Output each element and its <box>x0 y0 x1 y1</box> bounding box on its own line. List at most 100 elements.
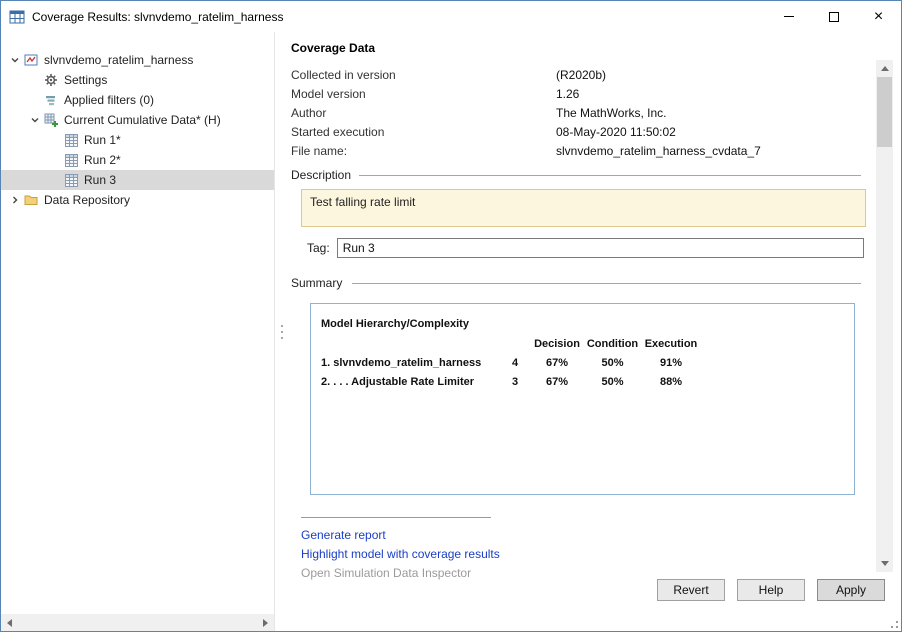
column-header-condition: Condition <box>585 338 640 350</box>
field-label: Model version <box>291 87 556 101</box>
links-divider <box>301 517 491 518</box>
tree-item-cumulative-data[interactable]: Current Cumulative Data* (H) <box>1 110 274 130</box>
scroll-left-button[interactable] <box>1 614 18 631</box>
tag-input[interactable] <box>337 238 864 258</box>
tree-item-label: Run 2* <box>84 150 121 170</box>
tree-item-data-repository[interactable]: Data Repository <box>1 190 274 210</box>
field-label: Started execution <box>291 125 556 139</box>
column-header-decision: Decision <box>529 338 585 350</box>
open-sdi-link: Open Simulation Data Inspector <box>301 564 471 583</box>
section-rule <box>352 283 861 284</box>
tree-item-run-1[interactable]: Run 1* <box>1 130 274 150</box>
twisty-spacer <box>47 132 63 148</box>
metadata-fields: Collected in version (R2020b) Model vers… <box>291 65 861 160</box>
field-row: Started execution 08-May-2020 11:50:02 <box>291 122 861 141</box>
dialog-buttons: Revert Help Apply <box>657 579 885 601</box>
tree-item-label: Current Cumulative Data* (H) <box>64 110 221 130</box>
description-label: Description <box>291 168 351 182</box>
model-chart-icon <box>23 52 39 68</box>
scroll-left-icon <box>7 619 12 627</box>
field-value: 1.26 <box>556 87 861 101</box>
results-tree-panel: slvnvdemo_ratelim_harness Settings Appli… <box>1 32 275 631</box>
window-title: Coverage Results: slvnvdemo_ratelim_harn… <box>32 10 766 24</box>
grid-plus-icon <box>43 112 59 128</box>
maximize-button[interactable] <box>811 1 856 32</box>
execution-value: 91% <box>640 357 702 369</box>
splitter-dot <box>281 337 283 339</box>
close-button[interactable]: × <box>856 1 901 32</box>
data-grid-icon <box>63 152 79 168</box>
data-grid-icon <box>63 132 79 148</box>
condition-value: 50% <box>585 376 640 388</box>
coverage-data-content: Coverage Data Collected in version (R202… <box>289 32 901 583</box>
minimize-button[interactable] <box>766 1 811 32</box>
minimize-icon <box>784 16 794 17</box>
execution-value: 88% <box>640 376 702 388</box>
tree-item-label: Data Repository <box>44 190 130 210</box>
generate-report-link[interactable]: Generate report <box>301 526 386 545</box>
tree-item-model-root[interactable]: slvnvdemo_ratelim_harness <box>1 50 274 70</box>
folder-icon <box>23 192 39 208</box>
decision-value: 67% <box>529 376 585 388</box>
coverage-results-window: Coverage Results: slvnvdemo_ratelim_harn… <box>0 0 902 632</box>
splitter-dot <box>281 325 283 327</box>
summary-table-title: Model Hierarchy/Complexity <box>321 318 844 330</box>
data-grid-icon <box>63 172 79 188</box>
close-icon: × <box>874 9 883 25</box>
chevron-down-icon[interactable] <box>27 112 43 128</box>
tree-item-label: slvnvdemo_ratelim_harness <box>44 50 193 70</box>
help-button[interactable]: Help <box>737 579 805 601</box>
field-row: Model version 1.26 <box>291 84 861 103</box>
twisty-spacer <box>47 172 63 188</box>
scroll-up-icon <box>881 66 889 71</box>
chevron-down-icon[interactable] <box>7 52 23 68</box>
tree-item-run-3[interactable]: Run 3 <box>1 170 274 190</box>
title-bar[interactable]: Coverage Results: slvnvdemo_ratelim_harn… <box>1 1 901 32</box>
field-label: Collected in version <box>291 68 556 82</box>
scroll-right-button[interactable] <box>257 614 274 631</box>
tree-item-run-2[interactable]: Run 2* <box>1 150 274 170</box>
tree-item-settings[interactable]: Settings <box>1 70 274 90</box>
window-controls: × <box>766 1 901 32</box>
scroll-right-icon <box>263 619 268 627</box>
empty-cell <box>501 338 529 350</box>
tree-item-label: Run 1* <box>84 130 121 150</box>
revert-button[interactable]: Revert <box>657 579 725 601</box>
model-row-name: 1. slvnvdemo_ratelim_harness <box>321 357 501 369</box>
maximize-icon <box>829 12 839 22</box>
field-value: slvnvdemo_ratelim_harness_cvdata_7 <box>556 144 861 158</box>
scroll-up-button[interactable] <box>876 60 893 77</box>
tag-row: Tag: <box>307 237 864 259</box>
twisty-spacer <box>27 92 43 108</box>
main-area: slvnvdemo_ratelim_harness Settings Appli… <box>1 32 901 631</box>
description-section-header: Description <box>291 167 861 183</box>
field-value: (R2020b) <box>556 68 861 82</box>
decision-value: 67% <box>529 357 585 369</box>
scroll-down-button[interactable] <box>876 555 893 572</box>
condition-value: 50% <box>585 357 640 369</box>
field-value: The MathWorks, Inc. <box>556 106 861 120</box>
vertical-scroll-track[interactable] <box>876 77 893 555</box>
details-vertical-scrollbar[interactable] <box>876 60 893 572</box>
chevron-right-icon[interactable] <box>7 192 23 208</box>
vertical-scroll-thumb[interactable] <box>877 77 892 147</box>
model-row-name: 2. . . . Adjustable Rate Limiter <box>321 376 501 388</box>
tree-item-applied-filters[interactable]: Applied filters (0) <box>1 90 274 110</box>
summary-report: Model Hierarchy/Complexity Decision Cond… <box>310 303 855 495</box>
highlight-model-link[interactable]: Highlight model with coverage results <box>301 545 500 564</box>
results-tree: slvnvdemo_ratelim_harness Settings Appli… <box>1 32 274 210</box>
panel-splitter[interactable] <box>275 32 289 631</box>
action-links: Generate report Highlight model with cov… <box>301 526 861 583</box>
section-rule <box>359 175 861 176</box>
description-text: Test falling rate limit <box>310 195 415 209</box>
splitter-dot <box>281 331 283 333</box>
description-textarea[interactable]: Test falling rate limit <box>301 189 866 227</box>
tree-horizontal-scrollbar[interactable] <box>1 614 274 631</box>
panel-heading: Coverage Data <box>291 41 861 55</box>
apply-button[interactable]: Apply <box>817 579 885 601</box>
field-row: File name: slvnvdemo_ratelim_harness_cvd… <box>291 141 861 160</box>
horizontal-scroll-track[interactable] <box>18 614 257 631</box>
field-row: Author The MathWorks, Inc. <box>291 103 861 122</box>
window-resize-grip[interactable] <box>887 617 898 628</box>
twisty-spacer <box>47 152 63 168</box>
